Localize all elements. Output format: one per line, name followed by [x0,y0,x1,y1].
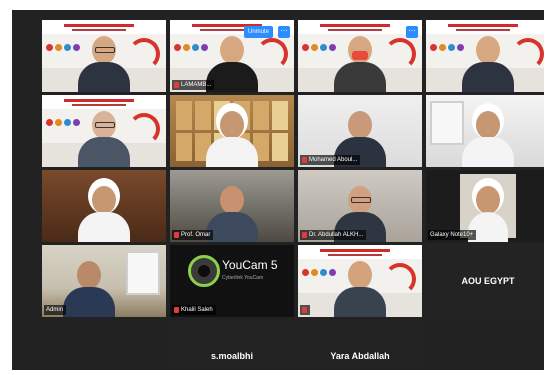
video-tile-3-active-speaker[interactable]: ⋯ [298,20,422,92]
more-options-icon[interactable]: ⋯ [278,26,290,38]
participant-video [462,32,514,92]
participant-name-display: AOU EGYPT [426,245,544,317]
youcam-logo-icon [188,255,220,287]
video-tile-12[interactable]: Galaxy Note10+ [426,170,544,242]
video-tile-6[interactable] [170,95,294,167]
participant-video [78,107,130,167]
participant-name-label: Prof. Omar [172,230,214,240]
muted-mic-icon [174,307,179,313]
unmute-button[interactable]: Unmute [244,26,274,38]
video-tile-4[interactable] [426,20,544,92]
video-tile-15[interactable] [298,245,422,317]
video-tile-13[interactable]: Admin [42,245,166,317]
participant-video [78,32,130,92]
participant-name-display: s.moalbhi [170,320,294,370]
video-tile-8[interactable] [426,95,544,167]
participant-name-label: Admin [44,305,67,315]
participant-video [206,107,258,167]
participant-video [334,257,386,317]
participant-name-label: Khalil Saleh [172,305,216,315]
muted-mic-icon [302,307,307,313]
participant-video [78,182,130,242]
video-tile-16[interactable]: AOU EGYPT [426,245,544,317]
video-tile-10[interactable]: Prof. Omar [170,170,294,242]
participant-video [462,107,514,167]
participant-name-label: Mohamed Aboul... [300,155,361,165]
muted-mic-icon [174,232,179,238]
video-tile-5[interactable] [42,95,166,167]
participant-video [63,257,116,317]
video-tile-7[interactable]: Mohamed Aboul... [298,95,422,167]
participant-name-label: Dr. Abdullah ALKH... [300,230,367,240]
youcam-brand-text: YouCam 5 [222,258,278,272]
muted-mic-icon [174,82,179,88]
participant-name-display: Yara Abdallah [298,320,422,370]
youcam-brand-subtext: Cyberlink YouCam [222,275,264,281]
video-tile-18[interactable]: Yara Abdallah [298,320,422,370]
muted-mic-icon [302,157,307,163]
video-tile-14[interactable]: YouCam 5 Cyberlink YouCam Khalil Saleh [170,245,294,317]
participant-name-label: Galaxy Note10+ [428,230,477,240]
participant-name-label [300,305,310,315]
video-tile-17[interactable]: s.moalbhi [170,320,294,370]
video-tile-2[interactable]: Unmute ⋯ LAMAMB... [170,20,294,92]
zoom-gallery-view: Unmute ⋯ LAMAMB... ⋯ Mohamed Aboul... Pr… [12,10,544,370]
video-tile-9[interactable] [42,170,166,242]
participant-video [206,182,258,242]
video-tile-1[interactable] [42,20,166,92]
participant-video [334,32,386,92]
more-options-icon[interactable]: ⋯ [406,26,418,38]
muted-mic-icon [302,232,307,238]
video-tile-11[interactable]: Dr. Abdullah ALKH... [298,170,422,242]
participant-name-label: LAMAMB... [172,80,215,90]
